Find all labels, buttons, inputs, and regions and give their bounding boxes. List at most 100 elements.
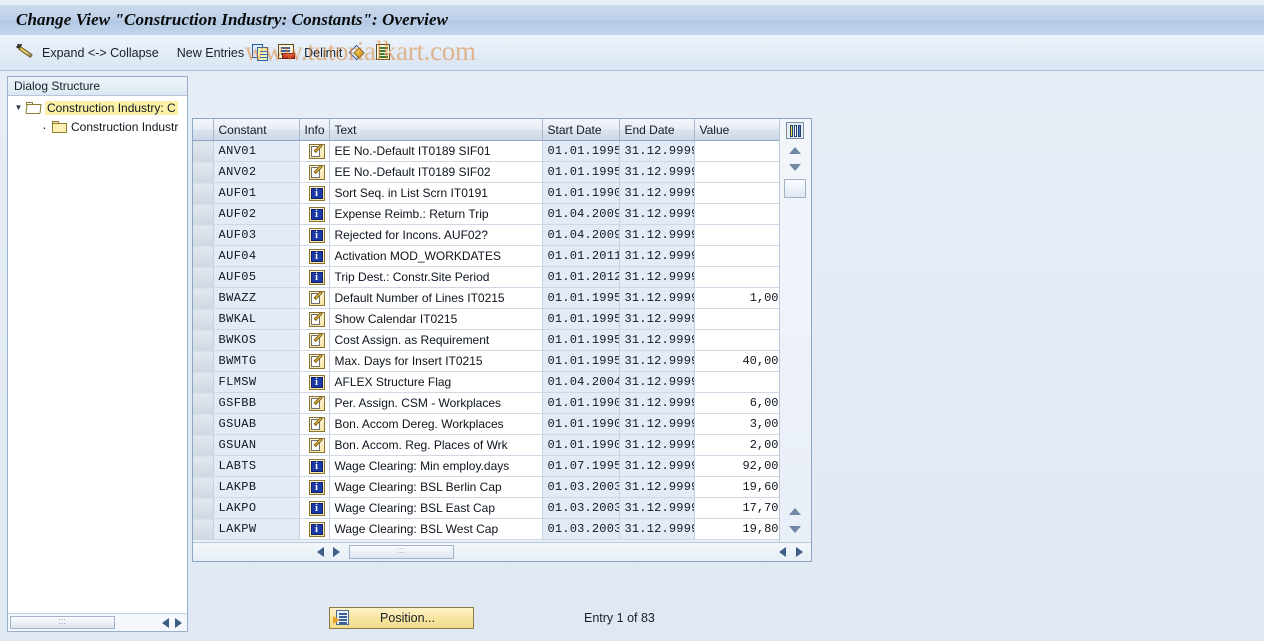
cell-info[interactable]: i: [299, 497, 330, 519]
scroll-up-icon[interactable]: [789, 147, 801, 154]
cell-value[interactable]: [694, 245, 779, 267]
row-select-button[interactable]: [193, 371, 214, 393]
info-icon[interactable]: i: [308, 500, 326, 516]
cell-value[interactable]: [694, 308, 779, 330]
row-select-button[interactable]: [193, 308, 214, 330]
hscroll-right-icon[interactable]: [333, 547, 340, 557]
cell-value[interactable]: [694, 161, 779, 183]
cell-end-date[interactable]: 31.12.9999: [619, 287, 695, 309]
scroll-page-up-icon[interactable]: [789, 508, 801, 515]
tree-expander-icon[interactable]: ▼: [12, 103, 25, 112]
cell-constant[interactable]: AUF03: [213, 224, 300, 246]
cell-text[interactable]: EE No.-Default IT0189 SIF02: [329, 161, 543, 183]
position-button[interactable]: Position...: [329, 607, 474, 629]
cell-value[interactable]: 19,80: [694, 518, 779, 540]
cell-end-date[interactable]: 31.12.9999: [619, 308, 695, 330]
cell-info[interactable]: [299, 392, 330, 414]
scroll-down-icon[interactable]: [789, 164, 801, 171]
cell-constant[interactable]: LAKPB: [213, 476, 300, 498]
row-select-button[interactable]: [193, 350, 214, 372]
sidebar-item-construction-industry-constants[interactable]: ▼ Construction Industry: C: [8, 98, 187, 117]
table-row[interactable]: GSUAN Bon. Accom. Reg. Places of Wrk 01.01…: [193, 434, 779, 456]
column-header-info[interactable]: Info: [299, 119, 330, 141]
table-row[interactable]: AUF05 i Trip Dest.: Constr.Site Period 01.0…: [193, 266, 779, 288]
cell-text[interactable]: EE No.-Default IT0189 SIF01: [329, 140, 543, 162]
cell-end-date[interactable]: 31.12.9999: [619, 161, 695, 183]
cell-text[interactable]: Max. Days for Insert IT0215: [329, 350, 543, 372]
cell-start-date[interactable]: 01.07.1995: [542, 455, 620, 477]
cell-end-date[interactable]: 31.12.9999: [619, 476, 695, 498]
cell-value[interactable]: [694, 140, 779, 162]
table-row[interactable]: AUF01 i Sort Seq. in List Scrn IT0191 01.01…: [193, 182, 779, 204]
cell-end-date[interactable]: 31.12.9999: [619, 434, 695, 456]
new-entries-button[interactable]: New Entries: [173, 40, 248, 66]
table-row[interactable]: ANV02 EE No.-Default IT0189 SIF02 01.01.19…: [193, 161, 779, 183]
column-header-text[interactable]: Text: [329, 119, 543, 141]
row-select-button[interactable]: [193, 476, 214, 498]
cell-value[interactable]: [694, 266, 779, 288]
table-row[interactable]: GSUAB Bon. Accom Dereg. Workplaces 01.01.1…: [193, 413, 779, 435]
column-header-end-date[interactable]: End Date: [619, 119, 695, 141]
cell-text[interactable]: Per. Assign. CSM - Workplaces: [329, 392, 543, 414]
cell-value[interactable]: [694, 224, 779, 246]
cell-info[interactable]: i: [299, 224, 330, 246]
cell-constant[interactable]: BWMTG: [213, 350, 300, 372]
sidebar-horizontal-scrollbar[interactable]: ⋯ ⋯: [8, 613, 187, 631]
info-icon[interactable]: i: [308, 479, 326, 495]
cell-value[interactable]: [694, 371, 779, 393]
table-row[interactable]: FLMSW i AFLEX Structure Flag 01.04.2004 31.1…: [193, 371, 779, 393]
column-header-value[interactable]: Value: [694, 119, 779, 141]
cell-text[interactable]: Wage Clearing: BSL East Cap: [329, 497, 543, 519]
edit-pencil-icon[interactable]: [308, 395, 326, 411]
row-select-button[interactable]: [193, 182, 214, 204]
cell-text[interactable]: Wage Clearing: BSL Berlin Cap: [329, 476, 543, 498]
table-row[interactable]: LAKPO i Wage Clearing: BSL East Cap 01.03.2…: [193, 497, 779, 519]
row-select-button[interactable]: [193, 518, 214, 540]
cell-start-date[interactable]: 01.04.2004: [542, 371, 620, 393]
cell-constant[interactable]: ANV01: [213, 140, 300, 162]
edit-pencil-icon[interactable]: [308, 416, 326, 432]
edit-pencil-icon[interactable]: [308, 332, 326, 348]
cell-start-date[interactable]: 01.04.2009: [542, 224, 620, 246]
cell-constant[interactable]: AUF02: [213, 203, 300, 225]
cell-text[interactable]: Sort Seq. in List Scrn IT0191: [329, 182, 543, 204]
table-row[interactable]: GSFBB Per. Assign. CSM - Workplaces 01.01.…: [193, 392, 779, 414]
edit-pencil-icon[interactable]: [308, 290, 326, 306]
cell-text[interactable]: Bon. Accom. Reg. Places of Wrk: [329, 434, 543, 456]
cell-info[interactable]: [299, 413, 330, 435]
info-icon[interactable]: i: [308, 206, 326, 222]
cell-info[interactable]: [299, 329, 330, 351]
cell-end-date[interactable]: 31.12.9999: [619, 350, 695, 372]
table-row[interactable]: LAKPW i Wage Clearing: BSL West Cap 01.03.2…: [193, 518, 779, 540]
row-select-button[interactable]: [193, 392, 214, 414]
cell-info[interactable]: i: [299, 266, 330, 288]
edit-pencil-icon[interactable]: [308, 164, 326, 180]
cell-start-date[interactable]: 01.01.1995: [542, 287, 620, 309]
info-icon[interactable]: i: [308, 374, 326, 390]
edit-pencil-icon[interactable]: [308, 311, 326, 327]
cell-info[interactable]: [299, 350, 330, 372]
info-icon[interactable]: i: [308, 248, 326, 264]
hscroll-far-right-icon[interactable]: [796, 547, 803, 557]
cell-info[interactable]: [299, 287, 330, 309]
cell-start-date[interactable]: 01.01.1990: [542, 392, 620, 414]
table-row[interactable]: AUF02 i Expense Reimb.: Return Trip 01.04.2…: [193, 203, 779, 225]
cell-end-date[interactable]: 31.12.9999: [619, 140, 695, 162]
cell-constant[interactable]: BWKAL: [213, 308, 300, 330]
edit-pencil-icon[interactable]: [308, 437, 326, 453]
cell-start-date[interactable]: 01.01.1995: [542, 329, 620, 351]
table-horizontal-scrollbar[interactable]: ⋯ ⋯: [193, 542, 811, 561]
edit-pencil-icon[interactable]: [308, 353, 326, 369]
cell-constant[interactable]: GSUAN: [213, 434, 300, 456]
cell-value[interactable]: 19,60: [694, 476, 779, 498]
table-row[interactable]: AUF03 i Rejected for Incons. AUF02? 01.04.2…: [193, 224, 779, 246]
info-icon[interactable]: i: [308, 185, 326, 201]
cell-start-date[interactable]: 01.03.2003: [542, 497, 620, 519]
info-icon[interactable]: i: [308, 521, 326, 537]
cell-info[interactable]: i: [299, 203, 330, 225]
hscroll-thumb[interactable]: ⋯ ⋯: [349, 545, 454, 559]
cell-value[interactable]: [694, 329, 779, 351]
cell-value[interactable]: 6,00: [694, 392, 779, 414]
edit-pencil-icon[interactable]: [308, 143, 326, 159]
select-list-button[interactable]: [372, 40, 398, 66]
